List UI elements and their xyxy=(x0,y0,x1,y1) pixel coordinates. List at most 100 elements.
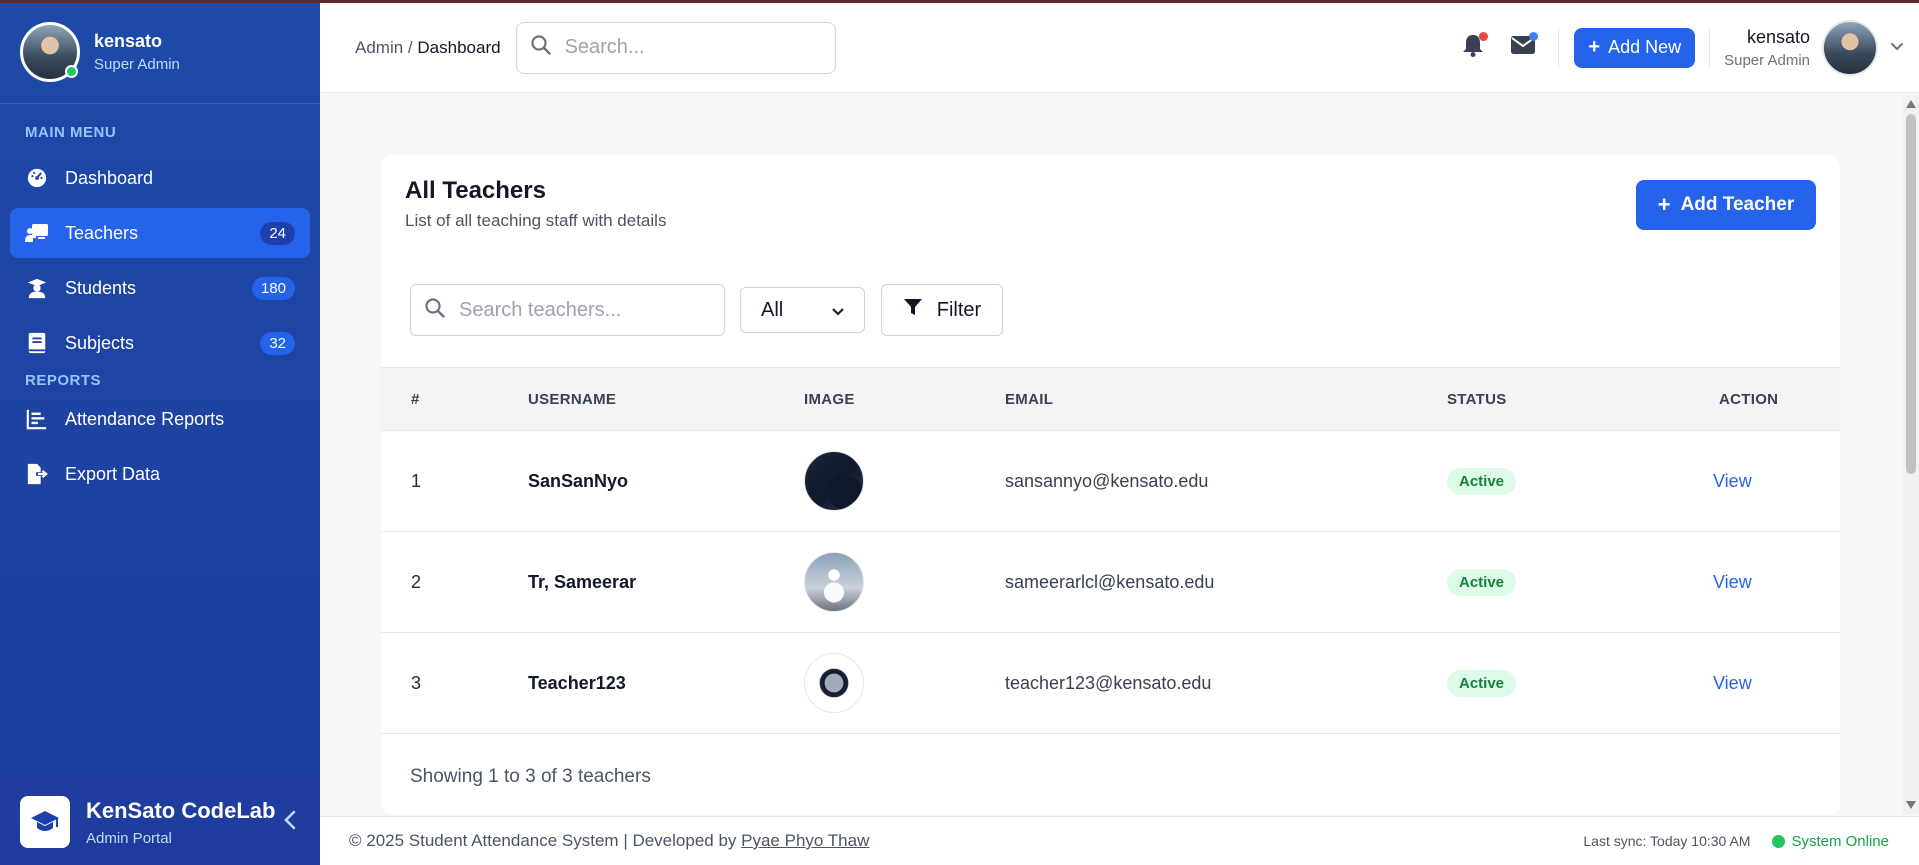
page-scrollbar[interactable] xyxy=(1903,96,1919,815)
teachers-card: All Teachers List of all teaching staff … xyxy=(381,155,1840,815)
user-menu[interactable]: kensato Super Admin xyxy=(1724,19,1904,76)
add-new-button[interactable]: + Add New xyxy=(1574,27,1696,68)
sidebar-item-label: Attendance Reports xyxy=(65,408,225,429)
sidebar-item-label: Teachers xyxy=(65,222,139,243)
avatar xyxy=(1822,19,1878,76)
view-link[interactable]: View xyxy=(1713,471,1752,492)
plus-icon: + xyxy=(1657,192,1671,217)
sidebar-item-students[interactable]: Students 180 xyxy=(10,263,310,313)
column-header[interactable]: EMAIL xyxy=(1005,391,1053,408)
developer-link[interactable]: Pyae Phyo Thaw xyxy=(741,831,869,850)
header-user-role: Super Admin xyxy=(1724,51,1810,69)
notifications-button[interactable] xyxy=(1458,31,1489,63)
status-badge: Active xyxy=(1447,568,1517,596)
chevron-down-icon xyxy=(832,299,844,322)
divider xyxy=(1558,27,1560,68)
scroll-down-arrow-icon[interactable] xyxy=(1906,801,1916,809)
global-search-input[interactable]: Search... xyxy=(515,21,836,74)
section-reports: REPORTS xyxy=(25,372,102,389)
avatar[interactable] xyxy=(20,21,80,82)
breadcrumb-root[interactable]: Admin xyxy=(355,38,403,57)
notification-dot xyxy=(1479,31,1489,41)
teacher-search-input[interactable]: Search teachers... xyxy=(410,284,725,336)
count-badge: 180 xyxy=(251,276,295,300)
teacher-thumbnail xyxy=(804,451,864,511)
status-dot xyxy=(1772,834,1786,848)
row-email: teacher123@kensato.edu xyxy=(1005,672,1212,693)
message-dot xyxy=(1529,31,1539,41)
system-status-label: System Online xyxy=(1791,832,1889,850)
chevron-left-icon xyxy=(284,810,296,835)
add-teacher-label: Add Teacher xyxy=(1680,194,1795,215)
view-link[interactable]: View xyxy=(1713,572,1752,593)
page-footer: © 2025 Student Attendance System | Devel… xyxy=(320,816,1919,865)
header-username: kensato xyxy=(1746,26,1810,47)
brand-name: KenSato CodeLab xyxy=(86,797,276,823)
pagination-summary: Showing 1 to 3 of 3 teachers xyxy=(410,766,651,787)
file-export-icon xyxy=(25,462,49,486)
column-header[interactable]: STATUS xyxy=(1447,391,1507,408)
top-header: Admin / Dashboard Search... + Add New ke… xyxy=(320,3,1919,93)
scroll-thumb[interactable] xyxy=(1906,114,1916,474)
divider xyxy=(1709,27,1711,68)
messages-button[interactable] xyxy=(1508,31,1539,63)
column-header: ACTION xyxy=(1719,390,1779,408)
row-email: sansannyo@kensato.edu xyxy=(1005,470,1209,491)
graduation-cap-icon xyxy=(20,796,70,848)
window-top-border xyxy=(0,0,1919,3)
sidebar-user-role: Super Admin xyxy=(94,55,180,73)
row-number: 3 xyxy=(411,672,422,693)
breadcrumb-current: Dashboard xyxy=(417,37,501,57)
sidebar-item-export-data[interactable]: Export Data xyxy=(10,449,310,499)
teachers-table: # USERNAME IMAGE EMAIL STATUS ACTION 1 S… xyxy=(381,367,1840,734)
sidebar-brand: KenSato CodeLab Admin Portal xyxy=(0,779,320,865)
status-badge: Active xyxy=(1447,669,1517,697)
view-link[interactable]: View xyxy=(1713,673,1752,694)
count-badge: 32 xyxy=(260,331,295,355)
table-row: 3 Teacher123 teacher123@kensato.edu Acti… xyxy=(381,632,1840,733)
chevron-down-icon xyxy=(1890,39,1904,57)
system-status: System Online xyxy=(1772,833,1889,850)
sidebar-item-attendance-reports[interactable]: Attendance Reports xyxy=(10,394,310,444)
search-icon xyxy=(530,35,551,60)
graduate-icon xyxy=(25,276,49,300)
plus-icon: + xyxy=(1588,36,1601,58)
breadcrumb: Admin / Dashboard xyxy=(355,38,501,58)
gauge-icon xyxy=(25,166,49,190)
add-new-label: Add New xyxy=(1608,37,1682,57)
page-title: All Teachers xyxy=(405,177,546,204)
section-main-menu: MAIN MENU xyxy=(25,124,117,141)
teacher-thumbnail xyxy=(804,552,864,612)
sidebar-username: kensato xyxy=(94,30,163,51)
add-teacher-button[interactable]: + Add Teacher xyxy=(1636,180,1816,230)
column-header[interactable]: # xyxy=(411,391,420,408)
status-badge: Active xyxy=(1447,467,1517,495)
table-header: # USERNAME IMAGE EMAIL STATUS ACTION xyxy=(381,368,1840,430)
sidebar-item-label: Export Data xyxy=(65,463,161,484)
book-icon xyxy=(25,331,49,355)
table-row: 1 SanSanNyo sansannyo@kensato.edu Active… xyxy=(381,430,1840,531)
sidebar-item-dashboard[interactable]: Dashboard xyxy=(10,153,310,203)
sidebar-item-label: Subjects xyxy=(65,332,135,353)
row-username: SanSanNyo xyxy=(528,470,629,491)
filter-label: Filter xyxy=(936,298,982,321)
row-number: 2 xyxy=(411,571,422,592)
row-number: 1 xyxy=(411,470,422,491)
teacher-board-icon xyxy=(25,221,49,245)
sidebar-item-teachers[interactable]: Teachers 24 xyxy=(10,208,310,258)
sidebar-item-subjects[interactable]: Subjects 32 xyxy=(10,318,310,368)
status-filter-select[interactable]: All xyxy=(740,287,865,333)
row-username: Teacher123 xyxy=(528,672,626,693)
column-header[interactable]: USERNAME xyxy=(528,391,616,408)
scroll-up-arrow-icon[interactable] xyxy=(1906,100,1916,108)
collapse-sidebar-button[interactable] xyxy=(280,810,300,835)
search-placeholder: Search... xyxy=(564,36,645,58)
sidebar: kensato Super Admin MAIN MENU Dashboard … xyxy=(0,0,320,865)
filter-button[interactable]: Filter xyxy=(881,284,1003,336)
row-username: Tr, Sameerar xyxy=(528,571,637,592)
sidebar-item-label: Students xyxy=(65,277,137,298)
column-header: IMAGE xyxy=(804,390,855,408)
funnel-icon xyxy=(903,297,923,323)
breadcrumb-separator: / xyxy=(407,37,413,57)
chart-icon xyxy=(25,407,49,431)
